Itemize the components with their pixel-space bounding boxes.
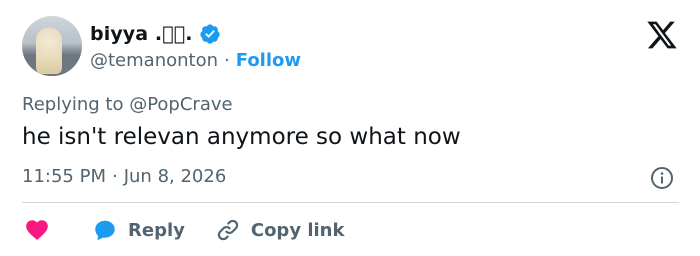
copy-link-button[interactable]: Copy link	[215, 217, 345, 243]
reply-bubble-icon	[95, 220, 115, 241]
timestamp[interactable]: 11:55 PM · Jun 8, 2026	[22, 166, 226, 187]
reply-label: Reply	[128, 219, 185, 241]
author-display-name[interactable]: biyya .  .	[90, 23, 193, 45]
avatar[interactable]	[22, 16, 82, 76]
like-button[interactable]	[24, 217, 50, 243]
x-logo-icon[interactable]	[646, 20, 678, 50]
reply-button[interactable]: Reply	[92, 217, 185, 243]
heart-icon	[26, 220, 48, 240]
timestamp-separator: ·	[111, 166, 118, 187]
handle-separator: ·	[224, 49, 230, 71]
follow-button[interactable]: Follow	[236, 50, 301, 71]
copy-link-label: Copy link	[250, 219, 345, 241]
link-icon	[217, 219, 239, 241]
author-handle[interactable]: @temanonton	[90, 50, 218, 71]
divider	[22, 202, 679, 203]
action-bar: Reply Copy link	[24, 216, 344, 244]
info-icon[interactable]	[650, 166, 674, 190]
author-handle-row: @temanonton · Follow	[90, 48, 301, 72]
author-name-row: biyya .  .	[90, 22, 221, 46]
tweet-time: 11:55 PM	[22, 166, 106, 187]
verified-badge-icon	[199, 24, 220, 44]
tweet-card: biyya .  . @temanonton · Follow Replying…	[0, 0, 700, 256]
tweet-date: Jun 8, 2026	[123, 166, 227, 187]
avatar-figure	[36, 28, 62, 74]
tweet-text: he isn't relevan anymore so what now	[22, 124, 461, 150]
replying-to: Replying to @PopCrave	[22, 94, 233, 115]
